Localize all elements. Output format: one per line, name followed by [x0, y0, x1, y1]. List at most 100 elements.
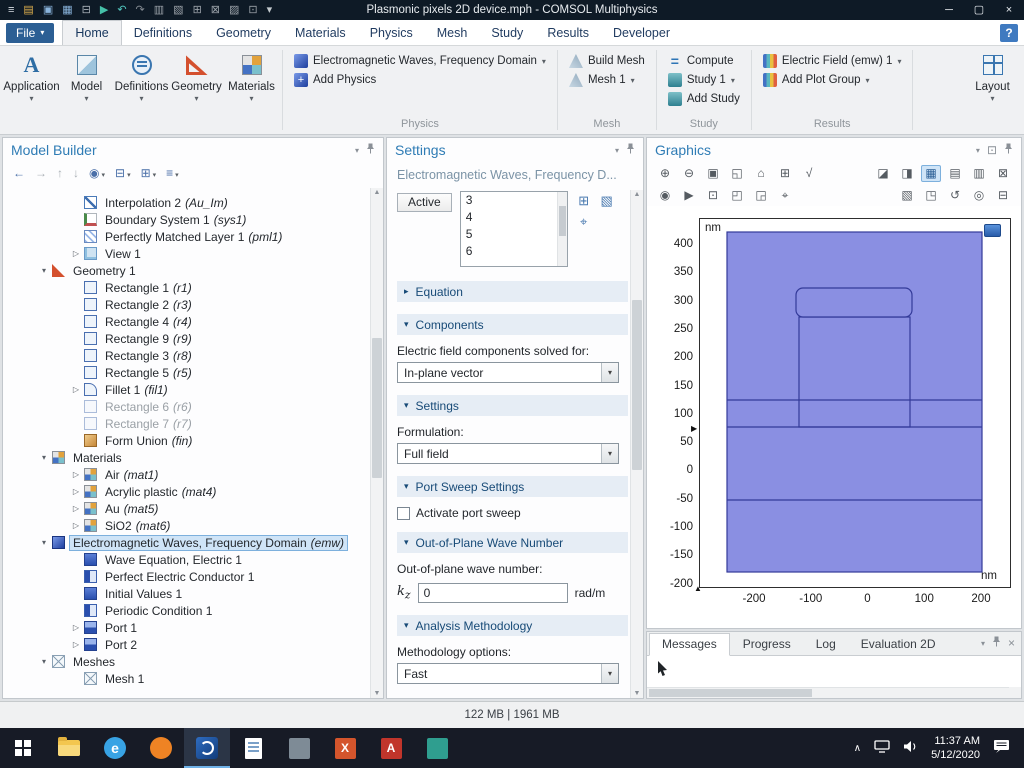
selection-item[interactable]: 3 [461, 192, 567, 209]
tree-node[interactable]: ▷Fillet 1(fil1) [3, 381, 369, 398]
tree-node[interactable]: ▷View 1 [3, 245, 369, 262]
duplicate-icon[interactable]: ⊞ [193, 0, 202, 20]
minimize-button[interactable]: ─ [934, 0, 964, 20]
ribbon-tab-results[interactable]: Results [535, 20, 601, 45]
equation-section-header[interactable]: ▸ Equation [397, 281, 628, 302]
scrollbar-thumb[interactable] [372, 338, 382, 478]
port-sweep-section-header[interactable]: ▾ Port Sweep Settings [397, 476, 628, 497]
disable-plot-icon[interactable]: ⊠ [993, 165, 1013, 182]
ribbon-tab-materials[interactable]: Materials [283, 20, 358, 45]
activate-port-sweep-checkbox[interactable] [397, 507, 410, 520]
scrollbar-thumb[interactable] [632, 300, 642, 470]
tree-node[interactable]: ▷Port 1 [3, 619, 369, 636]
collapse-icon[interactable]: ▾ [37, 453, 51, 462]
show-grid-icon[interactable]: ⊞ [775, 165, 795, 182]
scroll-down-icon[interactable]: ▼ [371, 690, 383, 697]
components-section-header[interactable]: ▾ Components [397, 314, 628, 335]
image-view-icon[interactable]: ▦ [921, 165, 941, 182]
tree-node[interactable]: Rectangle 3(r8) [3, 347, 369, 364]
tree-node[interactable]: Boundary System 1(sys1) [3, 211, 369, 228]
firefox-browser-taskbar-button[interactable] [138, 728, 184, 768]
camera-icon[interactable]: ◎ [969, 187, 989, 204]
methodology-section-header[interactable]: ▾ Analysis Methodology [397, 615, 628, 636]
move-up-icon[interactable]: ↑ [57, 166, 63, 180]
tree-node[interactable]: ▾Geometry 1 [3, 262, 369, 279]
copy-selection-icon[interactable]: ▧ [599, 193, 615, 209]
expand-icon[interactable]: ▷ [69, 487, 83, 496]
application-button[interactable]: A Application ▾ [4, 46, 59, 134]
scene-front-icon[interactable]: ▤ [945, 165, 965, 182]
dropdown-arrow-icon[interactable]: ▾ [601, 444, 618, 463]
formulation-dropdown[interactable]: Full field ▾ [397, 443, 619, 464]
undo-icon[interactable]: ↶ [117, 0, 126, 20]
ribbon-tab-mesh[interactable]: Mesh [425, 20, 480, 45]
file-manager-taskbar-button[interactable] [276, 728, 322, 768]
delete-icon[interactable]: ⊠ [211, 0, 220, 20]
scroll-down-icon[interactable]: ▼ [631, 690, 643, 697]
tree-node[interactable]: Periodic Condition 1 [3, 602, 369, 619]
tree-node[interactable]: Rectangle 9(r9) [3, 330, 369, 347]
open-file-icon[interactable]: ▤ [23, 0, 33, 20]
tree-node[interactable]: Rectangle 6(r6) [3, 398, 369, 415]
selection-scrollbar[interactable] [557, 192, 567, 266]
redo-icon[interactable]: ↷ [136, 0, 145, 20]
add-plot-group-button[interactable]: Add Plot Group ▾ [759, 72, 906, 88]
tree-node[interactable]: ▷Air(mat1) [3, 466, 369, 483]
rotate-view-icon[interactable]: ↺ [945, 187, 965, 204]
zoom-out-icon[interactable]: ⊖ [679, 165, 699, 182]
dropdown-arrow-icon[interactable]: ▾ [601, 664, 618, 683]
print-icon[interactable]: ⊟ [82, 0, 91, 20]
settings-section-header[interactable]: ▾ Settings [397, 395, 628, 416]
messages-tab-progress[interactable]: Progress [731, 634, 803, 655]
build-mesh-button[interactable]: Build Mesh [565, 53, 649, 69]
clear-icon[interactable]: ▨ [229, 0, 239, 20]
study-selector[interactable]: Study 1 ▾ [664, 72, 744, 88]
plot-tools-icon[interactable] [984, 224, 1001, 237]
scrollbar-thumb[interactable] [559, 206, 566, 236]
expand-icon[interactable]: ▷ [69, 385, 83, 394]
expand-icon[interactable]: ▷ [69, 623, 83, 632]
collapse-icon[interactable]: ▾ [37, 538, 51, 547]
image-snapshot-icon[interactable]: ◉ [655, 187, 675, 204]
network-icon[interactable] [874, 740, 890, 756]
tree-node[interactable]: Interpolation 2(Au_Im) [3, 194, 369, 211]
ribbon-tab-geometry[interactable]: Geometry [204, 20, 283, 45]
domain-selection-list[interactable]: 3456 [460, 191, 568, 267]
tree-node[interactable]: ▾Meshes [3, 653, 369, 670]
zoom-to-selection-icon[interactable]: ◱ [727, 165, 747, 182]
edge-browser-taskbar-button[interactable]: e [92, 728, 138, 768]
settings-scrollbar[interactable]: ▲ ▼ [630, 190, 643, 698]
tree-node[interactable]: Form Union(fin) [3, 432, 369, 449]
measure-icon[interactable]: ⌖ [775, 187, 795, 204]
zoom-to-selection-icon[interactable]: ⌖ [576, 214, 592, 230]
scene-back-icon[interactable]: ▥ [969, 165, 989, 182]
definitions-button[interactable]: Definitions ▾ [114, 46, 169, 134]
help-button[interactable]: ? [1000, 24, 1018, 42]
zoom-in-icon[interactable]: ⊕ [655, 165, 675, 182]
move-down-icon[interactable]: ↓ [73, 166, 79, 180]
plot-group-selector[interactable]: Electric Field (emw) 1 ▾ [759, 53, 906, 69]
record-animation-icon[interactable]: ▶ [679, 187, 699, 204]
model-tree-options-icon[interactable]: ≡▾ [166, 166, 179, 180]
ribbon-tab-home[interactable]: Home [62, 20, 121, 45]
selection-item[interactable]: 5 [461, 226, 567, 243]
scene-settings-icon[interactable]: ▧ [897, 187, 917, 204]
ribbon-tab-definitions[interactable]: Definitions [122, 20, 204, 45]
close-panel-icon[interactable]: × [1008, 636, 1015, 650]
scrollbar-thumb[interactable] [649, 689, 812, 697]
office-app-taskbar-button[interactable]: X [322, 728, 368, 768]
detach-icon[interactable]: ⊡ [987, 143, 997, 157]
tree-node[interactable]: Perfectly Matched Layer 1(pml1) [3, 228, 369, 245]
acrobat-reader-taskbar-button[interactable]: A [368, 728, 414, 768]
deselect-objects-icon[interactable]: ◲ [751, 187, 771, 204]
paste-icon[interactable]: ▧ [173, 0, 183, 20]
ribbon-tab-developer[interactable]: Developer [601, 20, 682, 45]
dropdown-arrow-icon[interactable]: ▾ [601, 363, 618, 382]
copy-icon[interactable]: ▥ [154, 0, 164, 20]
expand-icon[interactable]: ▷ [69, 504, 83, 513]
panel-menu-icon[interactable]: ▾ [981, 639, 985, 648]
model-builder-scrollbar[interactable]: ▲ ▼ [370, 188, 383, 698]
messages-tab-messages[interactable]: Messages [649, 633, 730, 656]
messages-tab-log[interactable]: Log [804, 634, 848, 655]
expand-icon[interactable]: ▷ [69, 249, 83, 258]
